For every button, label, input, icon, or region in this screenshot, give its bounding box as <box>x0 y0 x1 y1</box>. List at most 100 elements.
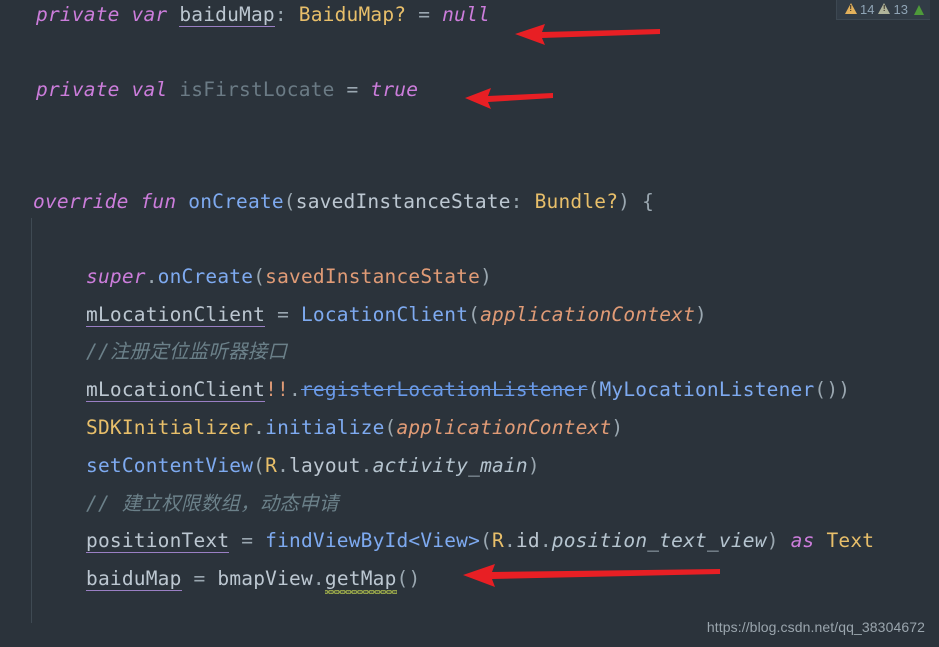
punct-colon: : <box>510 190 523 213</box>
type-baidumap: BaiduMap? <box>298 3 407 26</box>
warnings-group[interactable]: 14 <box>845 2 874 17</box>
green-marker-icon <box>913 4 924 15</box>
call-findviewbyid[interactable]: findViewById <box>265 529 408 552</box>
keyword-private: private <box>36 3 120 26</box>
punct-paren-close: ) <box>618 190 631 213</box>
punct-paren-open: ( <box>384 416 397 439</box>
argument-savedinstancestate: savedInstanceState <box>265 265 481 288</box>
arrow-baidumap-decl <box>515 24 660 45</box>
resource-namespace-id: id <box>515 529 540 552</box>
code-line-positiontext-assign: positionText = findViewById<View>(R.id.p… <box>86 528 874 553</box>
punct-dot: . <box>277 454 290 477</box>
type-bundle: Bundle? <box>534 190 619 213</box>
punct-dot: . <box>145 265 158 288</box>
keyword-fun: fun <box>140 190 177 213</box>
punct-parens: () <box>814 378 839 401</box>
generic-type-view: <View> <box>408 529 481 552</box>
call-initialize[interactable]: initialize <box>265 416 384 439</box>
property-name-isfirstlocate[interactable]: isFirstLocate <box>179 78 334 101</box>
warning-triangle-icon <box>878 3 891 14</box>
property-name-mlocationclient[interactable]: mLocationClient <box>86 303 266 327</box>
weak-warnings-group[interactable]: 13 <box>878 2 908 17</box>
type-textview-truncated: Text <box>826 529 875 552</box>
watermark-url: https://blog.csdn.net/qq_38304672 <box>706 619 925 635</box>
arrow-getmap-call <box>463 564 720 587</box>
punct-paren-close: ) <box>611 416 624 439</box>
indent-guide-line <box>31 218 32 623</box>
punct-dot: . <box>289 378 301 401</box>
code-line-mlocationclient-assign: mLocationClient = LocationClient(applica… <box>86 302 707 327</box>
operator-assign: = <box>346 78 359 101</box>
function-name-oncreate[interactable]: onCreate <box>188 190 284 213</box>
code-line-super-oncreate: super.onCreate(savedInstanceState) <box>86 264 492 289</box>
punct-dot: . <box>539 529 552 552</box>
punct-paren-open: ( <box>468 303 481 326</box>
keyword-as: as <box>790 529 815 552</box>
punct-paren-open: ( <box>283 190 296 213</box>
constructor-mylocationlistener[interactable]: MyLocationListener <box>599 378 814 401</box>
punct-paren-open: ( <box>253 454 266 477</box>
literal-true: true <box>370 78 419 101</box>
punct-brace-open: { <box>642 190 655 213</box>
punct-dot: . <box>503 529 516 552</box>
code-line-setcontentview: setContentView(R.layout.activity_main) <box>86 453 540 478</box>
operator-assign: = <box>193 567 206 590</box>
comment-text: //注册定位监听器接口 <box>86 340 288 363</box>
punct-dot: . <box>253 416 266 439</box>
property-name-mlocationclient[interactable]: mLocationClient <box>86 378 266 402</box>
punct-parens: () <box>396 567 421 590</box>
operator-assign: = <box>241 529 254 552</box>
keyword-private: private <box>36 78 120 101</box>
warnings-count: 14 <box>860 2 875 17</box>
call-setcontentview[interactable]: setContentView <box>86 454 253 477</box>
warning-triangle-icon <box>845 3 857 14</box>
code-line-comment-register-listener: //注册定位监听器接口 <box>86 339 287 364</box>
code-line-sdkinitializer-initialize: SDKInitializer.initialize(applicationCon… <box>86 415 623 440</box>
punct-paren-close: ) <box>838 378 851 401</box>
argument-applicationcontext: applicationContext <box>480 303 696 326</box>
punct-dot: . <box>360 454 373 477</box>
code-line-comment-permissions: // 建立权限数组，动态申请 <box>86 491 339 516</box>
call-oncreate[interactable]: onCreate <box>158 265 254 288</box>
code-line-isfirstlocate-declaration: private val isFirstLocate = true <box>36 77 418 102</box>
operator-not-null-assert: !! <box>265 378 289 401</box>
keyword-override: override <box>33 190 129 213</box>
object-sdkinitializer[interactable]: SDKInitializer <box>86 416 253 439</box>
operator-assign: = <box>418 3 431 26</box>
property-name-baidumap[interactable]: baiduMap <box>86 567 182 591</box>
object-r: R <box>492 529 504 552</box>
comment-text: // 建立权限数组，动态申请 <box>86 492 339 515</box>
punct-paren-close: ) <box>766 529 779 552</box>
punct-colon: : <box>274 3 287 26</box>
object-bmapview[interactable]: bmapView <box>217 567 313 590</box>
punct-dot: . <box>312 567 325 590</box>
code-line-baidumap-declaration: private var baiduMap: BaiduMap? = null <box>36 2 490 27</box>
weak-warnings-count: 13 <box>893 2 908 17</box>
code-line-baidumap-getmap: baiduMap = bmapView.getMap() <box>86 566 420 591</box>
property-name-baidumap[interactable]: baiduMap <box>179 3 275 27</box>
argument-applicationcontext: applicationContext <box>396 416 612 439</box>
property-name-positiontext[interactable]: positionText <box>86 529 230 553</box>
object-r: R <box>265 454 278 477</box>
punct-paren-close: ) <box>527 454 540 477</box>
resource-id-activity-main: activity_main <box>372 454 528 477</box>
operator-assign: = <box>277 303 290 326</box>
resource-id-position-text-view: position_text_view <box>551 529 767 552</box>
call-registerlocationlistener-deprecated[interactable]: registerLocationListener <box>301 378 588 401</box>
resource-namespace-layout: layout <box>289 454 361 477</box>
punct-paren-close: ) <box>695 303 707 326</box>
keyword-super: super <box>86 265 146 288</box>
punct-paren-open: ( <box>587 378 600 401</box>
call-getmap-warning[interactable]: getMap <box>325 567 397 590</box>
keyword-var: var <box>131 3 168 26</box>
arrow-isfirstlocate-decl <box>465 88 553 109</box>
code-editor-screenshot: private var baiduMap: BaiduMap? = null p… <box>0 0 939 647</box>
constructor-locationclient[interactable]: LocationClient <box>301 303 468 326</box>
literal-null: null <box>442 3 490 26</box>
punct-paren-close: ) <box>480 265 493 288</box>
parameter-savedinstancestate: savedInstanceState <box>295 190 511 213</box>
inspection-status-widget[interactable]: 14 13 <box>836 0 930 20</box>
keyword-val: val <box>131 78 168 101</box>
code-line-oncreate-signature: override fun onCreate(savedInstanceState… <box>33 189 654 214</box>
code-line-register-location-listener: mLocationClient!!.registerLocationListen… <box>86 377 850 402</box>
